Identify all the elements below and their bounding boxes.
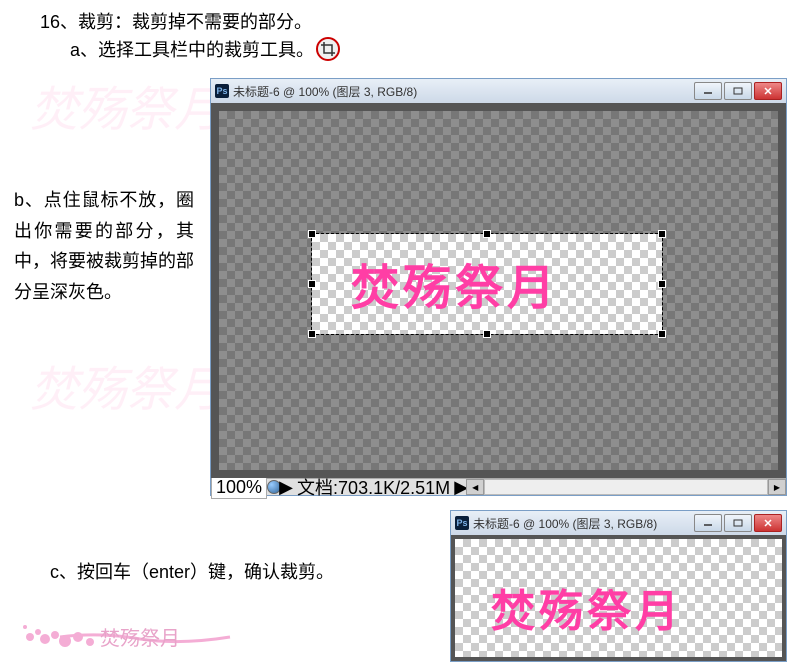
canvas-text-layer: 焚殇祭月	[491, 575, 683, 639]
close-button[interactable]	[754, 82, 782, 100]
crop-handle-ml[interactable]	[308, 280, 316, 288]
chevron-right-icon[interactable]: ▶	[456, 482, 466, 492]
watermark: 焚殇祭月	[30, 70, 222, 140]
crop-handle-bl[interactable]	[308, 330, 316, 338]
crop-handle-br[interactable]	[658, 330, 666, 338]
close-icon	[763, 87, 773, 95]
canvas-text-layer: 焚殇祭月	[351, 248, 559, 318]
minimize-button[interactable]	[694, 514, 722, 532]
window-title: 未标题-6 @ 100% (图层 3, RGB/8)	[473, 515, 690, 532]
maximize-button[interactable]	[724, 514, 752, 532]
crop-handle-tl[interactable]	[308, 230, 316, 238]
canvas-area[interactable]: 焚殇祭月	[451, 535, 786, 661]
minimize-icon	[703, 87, 713, 95]
maximize-icon	[733, 519, 743, 527]
crop-handle-tr[interactable]	[658, 230, 666, 238]
step-a-text: a、选择工具栏中的裁剪工具。	[70, 36, 314, 62]
window-title: 未标题-6 @ 100% (图层 3, RGB/8)	[233, 83, 690, 100]
close-icon	[763, 519, 773, 527]
horizontal-scrollbar[interactable]	[484, 479, 768, 495]
ps-app-icon: Ps	[215, 84, 229, 98]
close-button[interactable]	[754, 514, 782, 532]
scroll-right-button[interactable]: ▶	[768, 479, 786, 495]
maximize-icon	[733, 87, 743, 95]
heading-text: 16、裁剪：裁剪掉不需要的部分。	[40, 8, 312, 34]
step-b-text: b、点住鼠标不放，圈出你需要的部分，其中，将要被裁剪掉的部分呈深灰色。	[14, 185, 194, 307]
zoom-level[interactable]: 100%	[211, 476, 267, 499]
titlebar[interactable]: Ps 未标题-6 @ 100% (图层 3, RGB/8)	[451, 511, 786, 535]
photoshop-window-after: Ps 未标题-6 @ 100% (图层 3, RGB/8) 焚殇祭月	[450, 510, 787, 662]
crop-handle-bm[interactable]	[483, 330, 491, 338]
scroll-left-button[interactable]: ◀	[466, 479, 484, 495]
crop-handle-tm[interactable]	[483, 230, 491, 238]
crop-icon	[321, 42, 335, 56]
ps-app-icon: Ps	[455, 516, 469, 530]
flower-decoration: 焚殇祭月	[10, 597, 240, 657]
step-c-text: c、按回车（enter）键，确认裁剪。	[50, 558, 334, 584]
photoshop-window-before: Ps 未标题-6 @ 100% (图层 3, RGB/8)	[210, 78, 787, 496]
status-and-scrollbar: 100% ▶ 文档:703.1K/2.51M ▶ ◀ ▶	[211, 478, 786, 495]
watermark: 焚殇祭月	[30, 350, 222, 420]
maximize-button[interactable]	[724, 82, 752, 100]
crop-tool-icon-highlight	[316, 37, 340, 61]
canvas-area[interactable]: 焚殇祭月	[211, 103, 786, 478]
chevron-right-icon[interactable]: ▶	[281, 482, 291, 492]
minimize-icon	[703, 519, 713, 527]
minimize-button[interactable]	[694, 82, 722, 100]
svg-text:焚殇祭月: 焚殇祭月	[100, 627, 180, 650]
titlebar[interactable]: Ps 未标题-6 @ 100% (图层 3, RGB/8)	[211, 79, 786, 103]
crop-handle-mr[interactable]	[658, 280, 666, 288]
